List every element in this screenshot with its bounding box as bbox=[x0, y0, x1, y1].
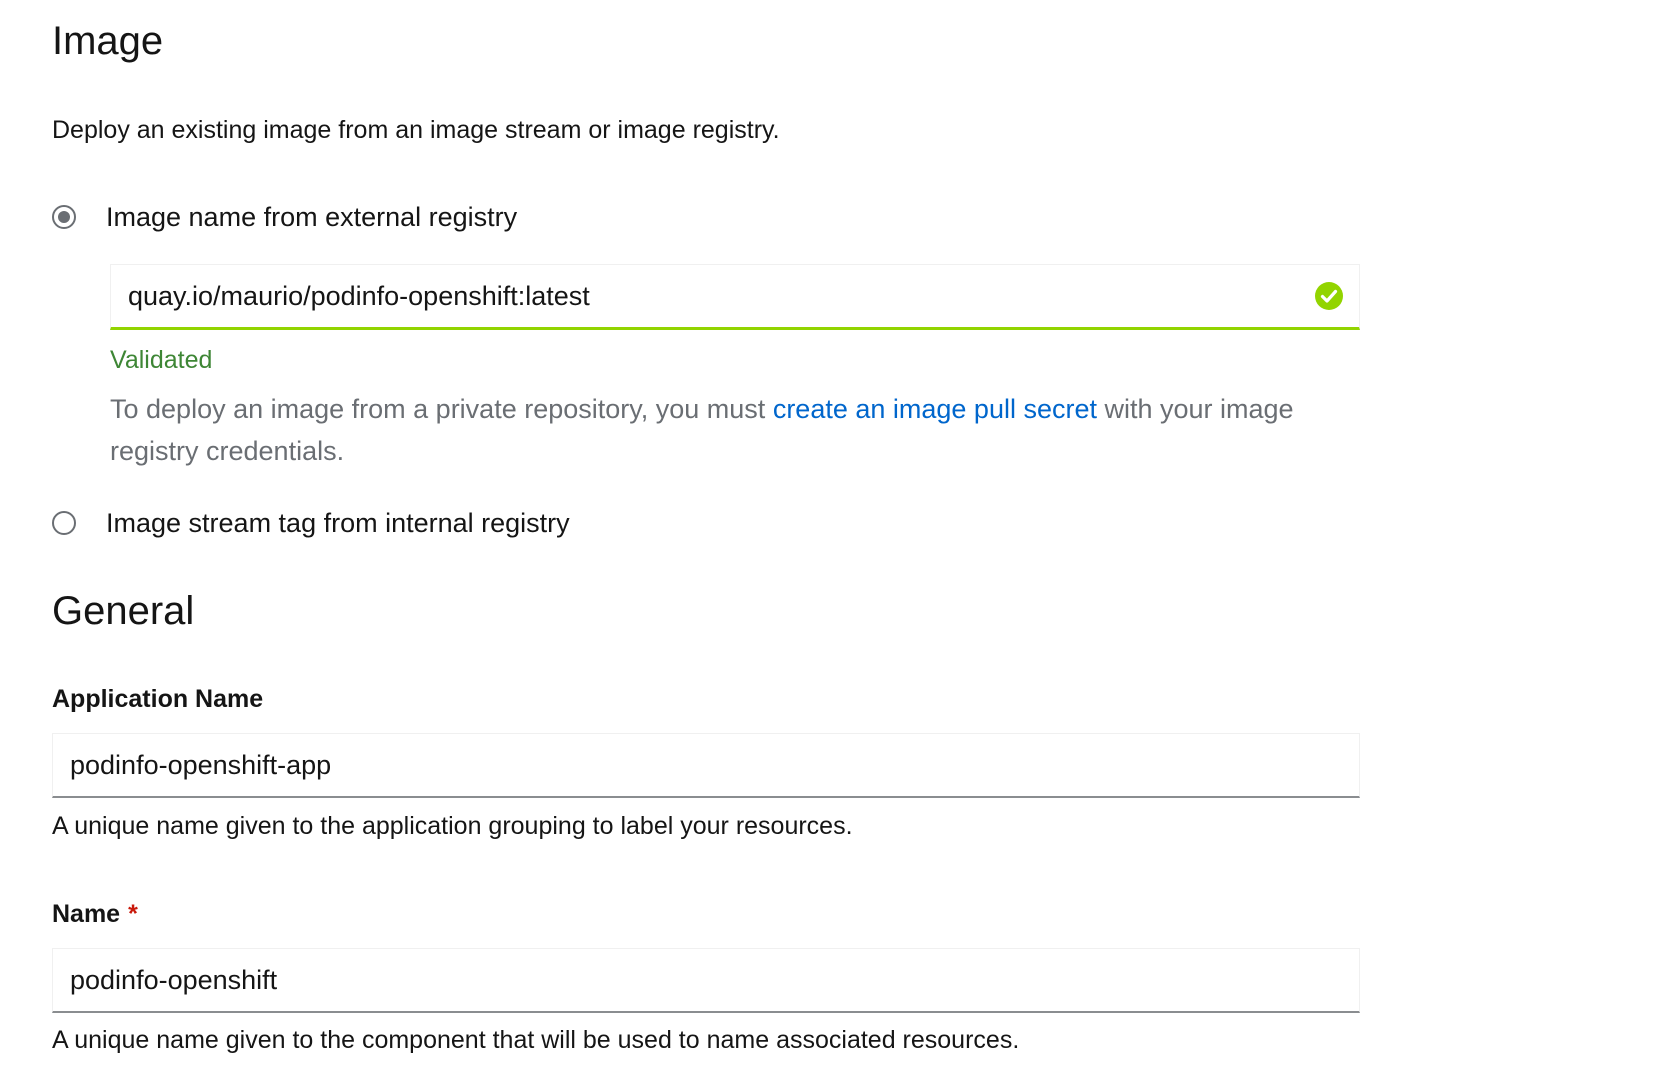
required-marker: * bbox=[128, 900, 138, 928]
application-name-helper: A unique name given to the application g… bbox=[52, 812, 853, 840]
radio-label-external-registry: Image name from external registry bbox=[106, 202, 518, 232]
name-input-value: podinfo-openshift bbox=[70, 964, 278, 995]
name-input[interactable]: podinfo-openshift bbox=[52, 948, 1360, 1013]
application-name-input[interactable]: podinfo-openshift-app bbox=[52, 733, 1360, 798]
image-name-input[interactable]: quay.io/maurio/podinfo-openshift:latest bbox=[110, 264, 1360, 330]
name-label: Name * bbox=[52, 898, 138, 930]
radio-button-internal-registry[interactable] bbox=[52, 511, 76, 535]
create-pull-secret-link[interactable]: create an image pull secret bbox=[773, 394, 1097, 424]
validation-status: Validated bbox=[110, 346, 213, 374]
image-section-description: Deploy an existing image from an image s… bbox=[52, 116, 780, 144]
private-registry-note-prefix: To deploy an image from a private reposi… bbox=[110, 394, 773, 424]
name-label-text: Name bbox=[52, 900, 121, 928]
radio-external-registry[interactable]: Image name from external registry bbox=[52, 200, 517, 234]
radio-internal-registry[interactable]: Image stream tag from internal registry bbox=[52, 506, 570, 540]
check-circle-icon bbox=[1315, 282, 1343, 310]
image-name-input-value: quay.io/maurio/podinfo-openshift:latest bbox=[128, 280, 590, 311]
private-registry-note: To deploy an image from a private reposi… bbox=[110, 388, 1360, 472]
application-name-input-value: podinfo-openshift-app bbox=[70, 749, 332, 780]
name-helper: A unique name given to the component tha… bbox=[52, 1026, 1020, 1054]
image-section-title: Image bbox=[52, 19, 164, 63]
radio-button-external-registry[interactable] bbox=[52, 205, 76, 229]
general-section-title: General bbox=[52, 589, 195, 633]
radio-label-internal-registry: Image stream tag from internal registry bbox=[106, 508, 570, 538]
application-name-label: Application Name bbox=[52, 685, 264, 713]
